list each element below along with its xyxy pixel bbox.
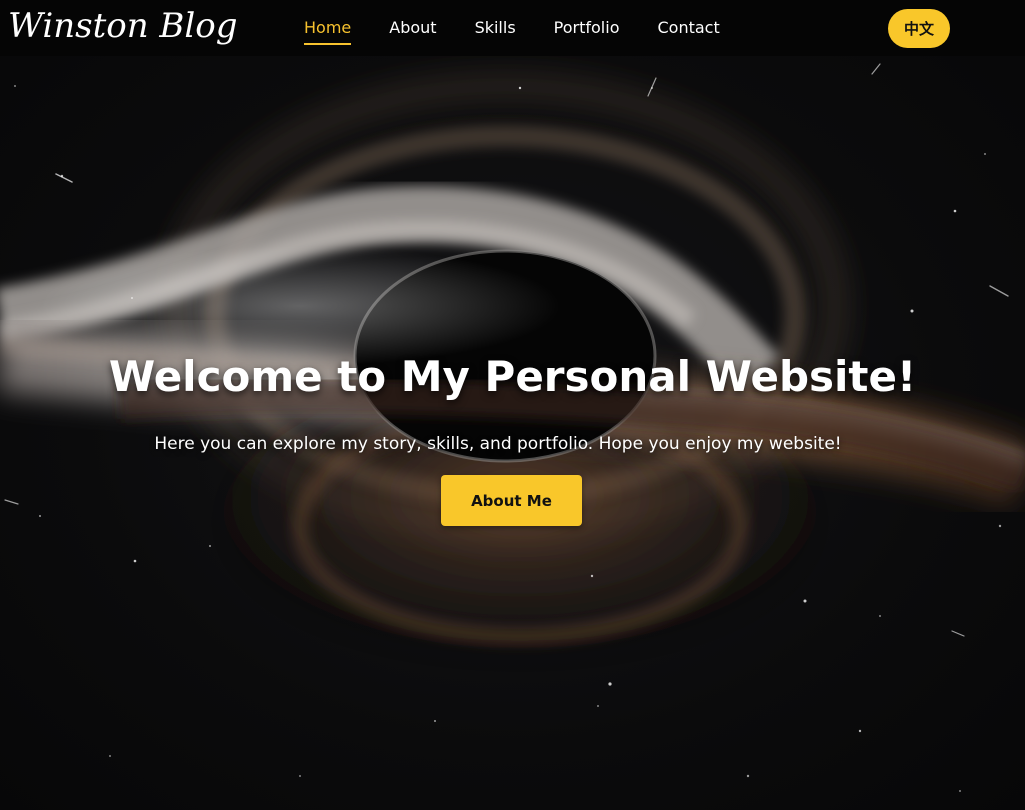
nav-link-home[interactable]: Home	[285, 0, 370, 56]
nav-link-portfolio[interactable]: Portfolio	[535, 0, 639, 56]
hero-subtitle: Here you can explore my story, skills, a…	[154, 434, 842, 454]
nav-links: Home About Skills Portfolio Contact	[285, 0, 739, 56]
nav-link-about[interactable]: About	[370, 0, 455, 56]
nav-link-skills[interactable]: Skills	[456, 0, 535, 56]
about-me-button[interactable]: About Me	[441, 475, 582, 526]
page: Winston Blog Home About Skills Portfolio…	[0, 0, 1025, 810]
navbar: Winston Blog Home About Skills Portfolio…	[0, 0, 1025, 56]
hero-section: Welcome to My Personal Website! Here you…	[0, 56, 1025, 810]
hero-title: Welcome to My Personal Website!	[108, 352, 917, 401]
nav-link-contact[interactable]: Contact	[638, 0, 738, 56]
site-logo[interactable]: Winston Blog	[8, 4, 238, 48]
language-toggle-button[interactable]: 中文	[888, 9, 950, 48]
